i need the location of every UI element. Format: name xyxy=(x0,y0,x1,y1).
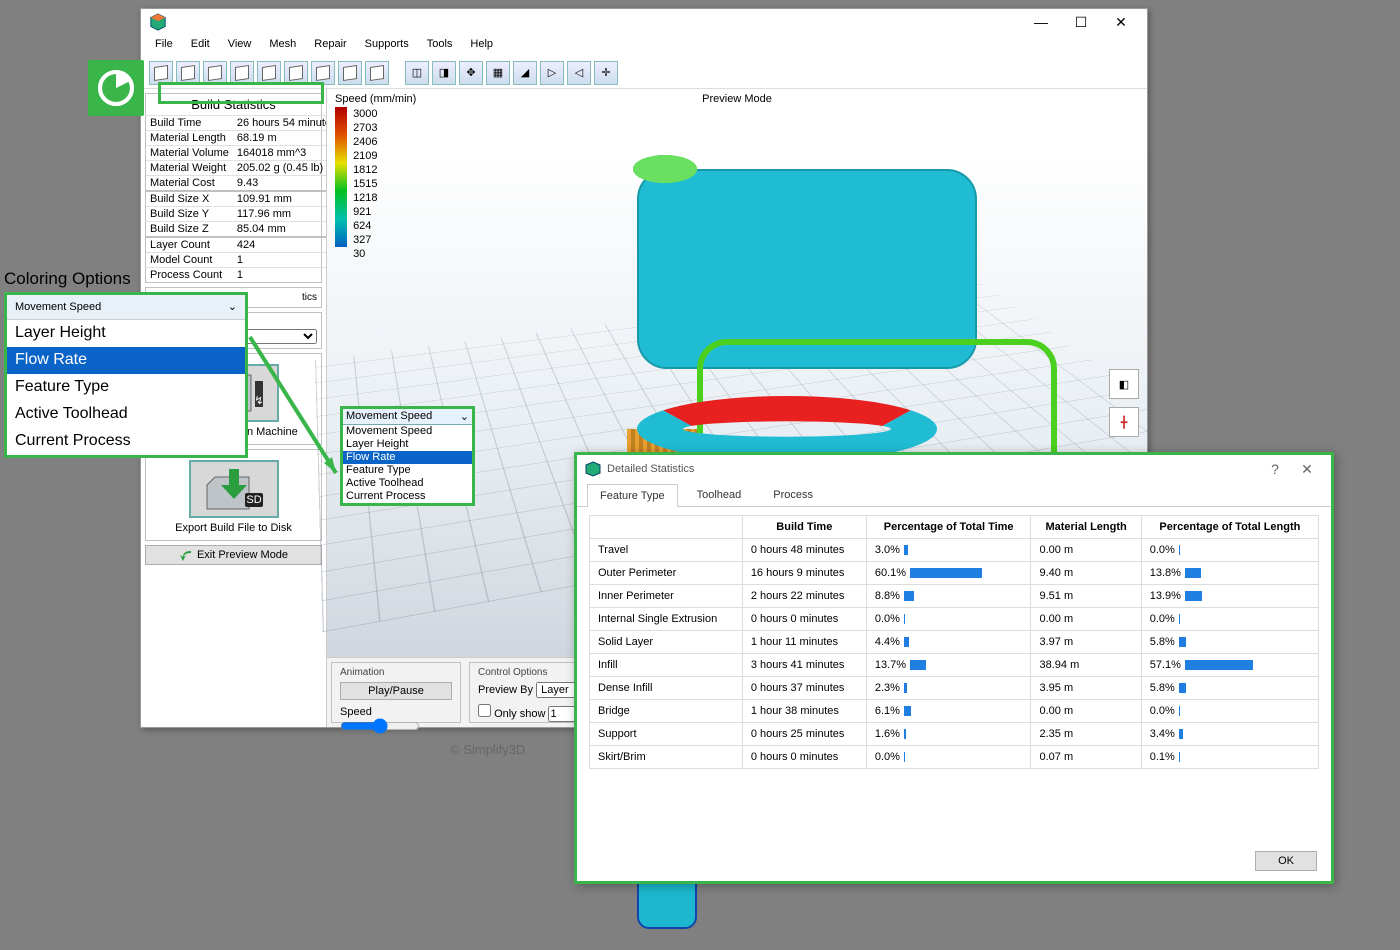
preview-mode-label: Preview Mode xyxy=(702,93,772,105)
close-button[interactable]: ✕ xyxy=(1101,11,1141,33)
dialog-title: Detailed Statistics xyxy=(607,463,694,475)
menu-tools[interactable]: Tools xyxy=(419,35,461,57)
color-option-flow-rate[interactable]: Flow Rate xyxy=(7,347,245,374)
view-preset-2[interactable] xyxy=(203,61,227,85)
menu-mesh[interactable]: Mesh xyxy=(261,35,304,57)
table-row: Travel0 hours 48 minutes3.0%0.00 m0.0% xyxy=(590,539,1319,562)
speed-slider[interactable] xyxy=(340,718,420,734)
table-row: Support0 hours 25 minutes1.6%2.35 m3.4% xyxy=(590,723,1319,746)
coloring-header: Coloring Options xyxy=(4,269,131,289)
view-cube-icon[interactable]: ◧ xyxy=(1109,369,1139,399)
only-show-checkbox[interactable] xyxy=(478,704,491,717)
view-preset-7[interactable] xyxy=(338,61,362,85)
stats-title: Build Statistics xyxy=(146,94,321,115)
tool-2[interactable]: ✥ xyxy=(459,61,483,85)
color-option-active-toolhead[interactable]: Active Toolhead xyxy=(7,401,245,428)
view-preset-4[interactable] xyxy=(257,61,281,85)
color-option-current-process[interactable]: Current Process xyxy=(7,428,245,455)
stats-table: Build Time26 hours 54 minutesMaterial Le… xyxy=(146,115,327,282)
statistics-table: Build TimePercentage of Total TimeMateri… xyxy=(589,515,1319,769)
table-row: Skirt/Brim0 hours 0 minutes0.0%0.07 m0.1… xyxy=(590,746,1319,769)
animation-group: Animation Play/Pause Speed xyxy=(331,662,461,723)
dialog-help-button[interactable]: ? xyxy=(1259,461,1291,477)
menubar: FileEditViewMeshRepairSupportsToolsHelp xyxy=(141,35,1147,57)
coloring-select-expanded[interactable]: Movement Speed⌄ Movement SpeedLayer Heig… xyxy=(340,406,475,506)
tab-toolhead[interactable]: Toolhead xyxy=(684,483,755,506)
callout-arrow-icon xyxy=(248,335,346,485)
dialog-logo-icon xyxy=(585,461,601,477)
menu-supports[interactable]: Supports xyxy=(357,35,417,57)
tool-3[interactable]: ▦ xyxy=(486,61,510,85)
copyright: © Simplify3D xyxy=(450,742,525,757)
table-row: Bridge1 hour 38 minutes6.1%0.00 m0.0% xyxy=(590,700,1319,723)
view-preset-8[interactable] xyxy=(365,61,389,85)
titlebar: — ☐ ✕ xyxy=(141,9,1147,35)
legend-title: Speed (mm/min) xyxy=(335,93,416,105)
table-row: Outer Perimeter16 hours 9 minutes60.1%9.… xyxy=(590,562,1319,585)
table-row: Solid Layer1 hour 11 minutes4.4%3.97 m5.… xyxy=(590,631,1319,654)
table-row: Infill3 hours 41 minutes13.7%38.94 m57.1… xyxy=(590,654,1319,677)
tab-process[interactable]: Process xyxy=(760,483,826,506)
dialog-close-button[interactable]: ✕ xyxy=(1291,461,1323,478)
dialog-titlebar: Detailed Statistics ? ✕ xyxy=(577,455,1331,483)
view-preset-1[interactable] xyxy=(176,61,200,85)
tool-0[interactable]: ◫ xyxy=(405,61,429,85)
toolbar: ◫◨✥▦◢▷◁✛ xyxy=(141,57,1147,89)
tool-4[interactable]: ◢ xyxy=(513,61,537,85)
view-preset-0[interactable] xyxy=(149,61,173,85)
menu-edit[interactable]: Edit xyxy=(183,35,218,57)
menu-help[interactable]: Help xyxy=(462,35,501,57)
menu-file[interactable]: File xyxy=(147,35,181,57)
app-logo-icon xyxy=(149,13,167,31)
view-gizmos: ◧ ╋ xyxy=(1109,369,1139,445)
speed-legend: Speed (mm/min) 3000270324062109181215151… xyxy=(335,93,416,261)
table-row: Internal Single Extrusion0 hours 0 minut… xyxy=(590,608,1319,631)
view-preset-6[interactable] xyxy=(311,61,335,85)
ok-button[interactable]: OK xyxy=(1255,851,1317,871)
maximize-button[interactable]: ☐ xyxy=(1061,11,1101,33)
color-option-layer-height[interactable]: Layer Height xyxy=(7,320,245,347)
menu-view[interactable]: View xyxy=(220,35,260,57)
time-callout-icon xyxy=(88,60,144,116)
chevron-down-icon: ⌄ xyxy=(228,300,237,313)
chevron-down-icon: ⌄ xyxy=(460,410,469,423)
tab-feature-type[interactable]: Feature Type xyxy=(587,484,678,507)
coloring-dropdown[interactable]: Movement Speed⌄ Layer HeightFlow RateFea… xyxy=(4,292,248,458)
table-row: Dense Infill0 hours 37 minutes2.3%3.95 m… xyxy=(590,677,1319,700)
svg-text:SD: SD xyxy=(246,494,261,506)
minimize-button[interactable]: — xyxy=(1021,11,1061,33)
back-arrow-icon xyxy=(179,549,193,561)
tool-7[interactable]: ✛ xyxy=(594,61,618,85)
view-axes-icon[interactable]: ╋ xyxy=(1109,407,1139,437)
dialog-tabs: Feature Type Toolhead Process xyxy=(577,483,1331,507)
table-row: Inner Perimeter2 hours 22 minutes8.8%9.5… xyxy=(590,585,1319,608)
tool-6[interactable]: ◁ xyxy=(567,61,591,85)
play-pause-button[interactable]: Play/Pause xyxy=(340,682,452,700)
legend-gradient xyxy=(335,107,347,247)
exit-preview-button[interactable]: Exit Preview Mode xyxy=(145,545,322,565)
tool-1[interactable]: ◨ xyxy=(432,61,456,85)
color-option-feature-type[interactable]: Feature Type xyxy=(7,374,245,401)
tool-5[interactable]: ▷ xyxy=(540,61,564,85)
build-statistics-panel: Build Statistics Build Time26 hours 54 m… xyxy=(145,93,322,283)
detailed-statistics-dialog: Detailed Statistics ? ✕ Feature Type Too… xyxy=(574,452,1334,884)
view-preset-5[interactable] xyxy=(284,61,308,85)
menu-repair[interactable]: Repair xyxy=(306,35,354,57)
view-preset-3[interactable] xyxy=(230,61,254,85)
